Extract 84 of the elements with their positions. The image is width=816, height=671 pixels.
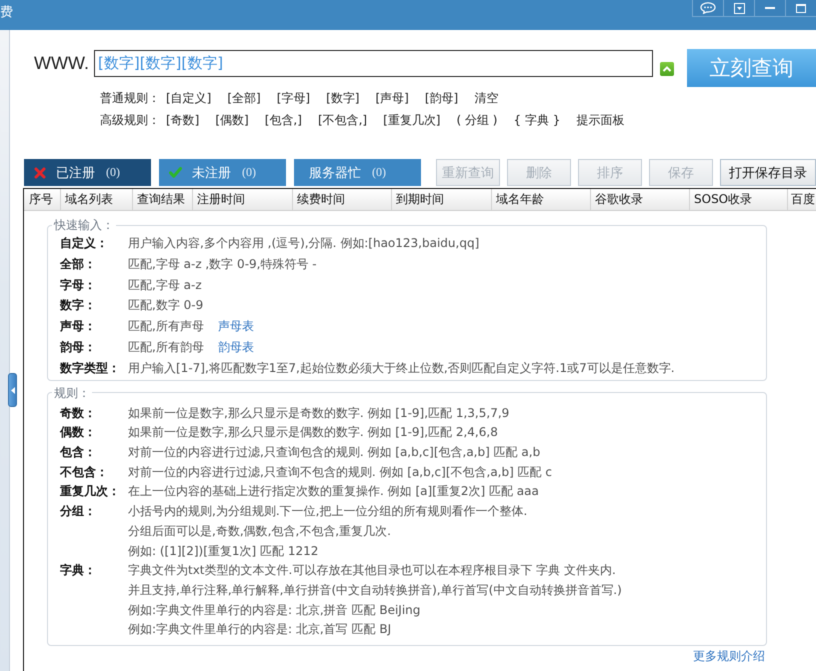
rule-description: 并且支持,单行注释,单行解释,单行拼音(中文自动转换拼音),单行首写(中文自动转换拼音首写.) xyxy=(128,582,622,597)
speech-bubble-icon xyxy=(700,2,716,14)
rule-description: 对前一位的内容进行过滤,只查询包含的规则. 例如 [a,b,c][包含,a,b] 匹配 a,b xyxy=(128,444,540,459)
rule-name: 韵母： xyxy=(60,338,97,356)
rule-name: 声母： xyxy=(60,318,97,336)
rule-name: 数字类型： xyxy=(60,360,121,377)
result-tab[interactable]: 已注册 (0) xyxy=(24,159,151,186)
rule-description: 匹配,字母 a-z xyxy=(128,278,202,292)
rule-link[interactable]: ( 分组 ) xyxy=(456,109,498,131)
collapse-tab[interactable] xyxy=(8,373,17,407)
rule-description: 匹配,所有声母 xyxy=(128,319,204,334)
maximize-icon xyxy=(796,4,806,12)
left-triangle-icon xyxy=(10,386,14,394)
url-prefix: WWW. xyxy=(34,52,90,75)
rule-link[interactable]: [声母] xyxy=(376,87,409,109)
rule-description: 例如:字典文件里单行的内容是: 北京,拼音 匹配 BeiJing xyxy=(128,602,420,617)
rule-link[interactable]: [偶数] xyxy=(215,109,249,131)
table-link[interactable]: 声母表 xyxy=(218,319,254,334)
rule-name: 字典： xyxy=(60,562,97,580)
rule-link[interactable]: 提示面板 xyxy=(576,109,624,131)
rule-link[interactable]: [数字] xyxy=(326,87,360,109)
rule-description: 例如: ([1][2])[重复1次] 匹配 1212 xyxy=(128,544,318,558)
chevron-up-icon[interactable] xyxy=(660,62,674,76)
rule-name: 自定义： xyxy=(60,235,109,252)
column-header[interactable]: 查询结果 xyxy=(133,189,193,210)
rule-description: 分组后面可以是,奇数,偶数,包含,不包含,重复几次. xyxy=(128,524,391,538)
dropdown-button[interactable] xyxy=(723,0,754,17)
rule-group-label: 普通规则： xyxy=(100,90,161,107)
rule-description: 对前一位的内容进行过滤,只查询不包含的规则. 例如 [a,b,c][不包含,a,b] 匹配 c xyxy=(128,464,552,479)
rule-link[interactable]: [字母] xyxy=(276,87,310,109)
rule-name: 偶数： xyxy=(60,424,97,442)
section-title: 规则： xyxy=(53,386,91,400)
rule-link[interactable]: [包含,] xyxy=(264,109,302,131)
rule-link[interactable]: [奇数] xyxy=(166,109,200,131)
rule-description: 如果前一位是数字,那么只显示是偶数的数字. 例如 [1-9],匹配 2,4,6,8 xyxy=(128,425,498,440)
more-rules-link[interactable]: 更多规则介绍 xyxy=(693,649,765,664)
rule-name: 全部： xyxy=(60,256,97,273)
column-header[interactable]: SOSO收录 xyxy=(690,189,788,210)
toolbar-button[interactable]: 打开保存目录 xyxy=(720,159,816,186)
rule-description: 匹配,字母 a-z ,数字 0-9,特殊符号 - xyxy=(128,256,317,271)
column-header[interactable]: 谷歌收录 xyxy=(591,189,690,210)
column-header[interactable]: 到期时间 xyxy=(392,189,492,210)
rule-description: 在上一位内容的基础上进行指定次数的重复操作. 例如 [a][重复2次] 匹配 aaa xyxy=(128,484,539,498)
column-header[interactable]: 续费时间 xyxy=(293,189,392,210)
rule-description: 如果前一位是数字,那么只显示是奇数的数字. 例如 [1-9],匹配 1,3,5,7,9 xyxy=(128,406,510,420)
rule-description: 用户输入[1-7],将匹配数字1至7,起始位数必须大于终止位数,否则匹配自定义字符.1或7可以是任意数字. xyxy=(128,360,675,375)
rule-link[interactable]: [韵母] xyxy=(424,87,458,109)
minimize-button[interactable] xyxy=(754,0,785,17)
rule-description: 匹配,所有韵母 xyxy=(128,340,204,354)
result-tab[interactable]: 未注册 (0) xyxy=(159,159,286,186)
rule-description: 字典文件为txt类型的文本文件.可以存放在其他目录也可以在本程序根目录下 字典 文件夹内. xyxy=(128,563,616,578)
rule-description: 小括号内的规则,为分组规则.下一位,把上一位分组的所有规则看作一个整体. xyxy=(128,504,528,518)
rule-name: 重复几次： xyxy=(60,483,121,500)
rule-link[interactable]: [自定义] xyxy=(166,87,212,109)
minimize-icon xyxy=(765,7,775,9)
column-header[interactable]: 注册时间 xyxy=(193,189,293,210)
check-icon xyxy=(169,167,182,178)
rule-name: 包含： xyxy=(60,444,97,461)
rule-name: 不包含： xyxy=(60,464,109,481)
column-header[interactable]: 百度 xyxy=(788,189,816,210)
rule-name: 奇数： xyxy=(60,404,97,422)
rule-name: 数字： xyxy=(60,297,97,314)
rule-link[interactable]: [重复几次] xyxy=(383,109,440,131)
window-title: 费 xyxy=(0,4,13,22)
rule-link[interactable]: [全部] xyxy=(227,87,261,109)
rule-description: 用户输入内容,多个内容用 ,(逗号),分隔. 例如:[hao123,baidu,qq] xyxy=(128,236,480,250)
table-link[interactable]: 韵母表 xyxy=(218,340,254,354)
maximize-button[interactable] xyxy=(785,0,816,17)
dropdown-icon xyxy=(734,2,744,14)
rule-name: 分组： xyxy=(60,503,97,520)
cross-icon xyxy=(34,166,46,178)
rule-link[interactable]: 清空 xyxy=(474,87,498,109)
rule-group-label: 高级规则： xyxy=(100,112,161,129)
column-header[interactable]: 序号 xyxy=(24,189,61,210)
column-header[interactable]: 域名列表 xyxy=(61,189,133,210)
rule-name: 字母： xyxy=(60,276,97,294)
chat-button[interactable] xyxy=(692,0,723,17)
column-header[interactable]: 域名年龄 xyxy=(492,189,591,210)
section-title: 快速输入： xyxy=(52,218,115,232)
rule-link[interactable]: [不包含,] xyxy=(318,109,368,131)
result-tab[interactable]: 服务器忙 (0) xyxy=(294,159,421,186)
rule-link[interactable]: { 字典 } xyxy=(514,109,560,131)
rule-description: 例如:字典文件里单行的内容是: 北京,首写 匹配 BJ xyxy=(128,622,392,636)
rule-description: 匹配,数字 0-9 xyxy=(128,298,204,312)
